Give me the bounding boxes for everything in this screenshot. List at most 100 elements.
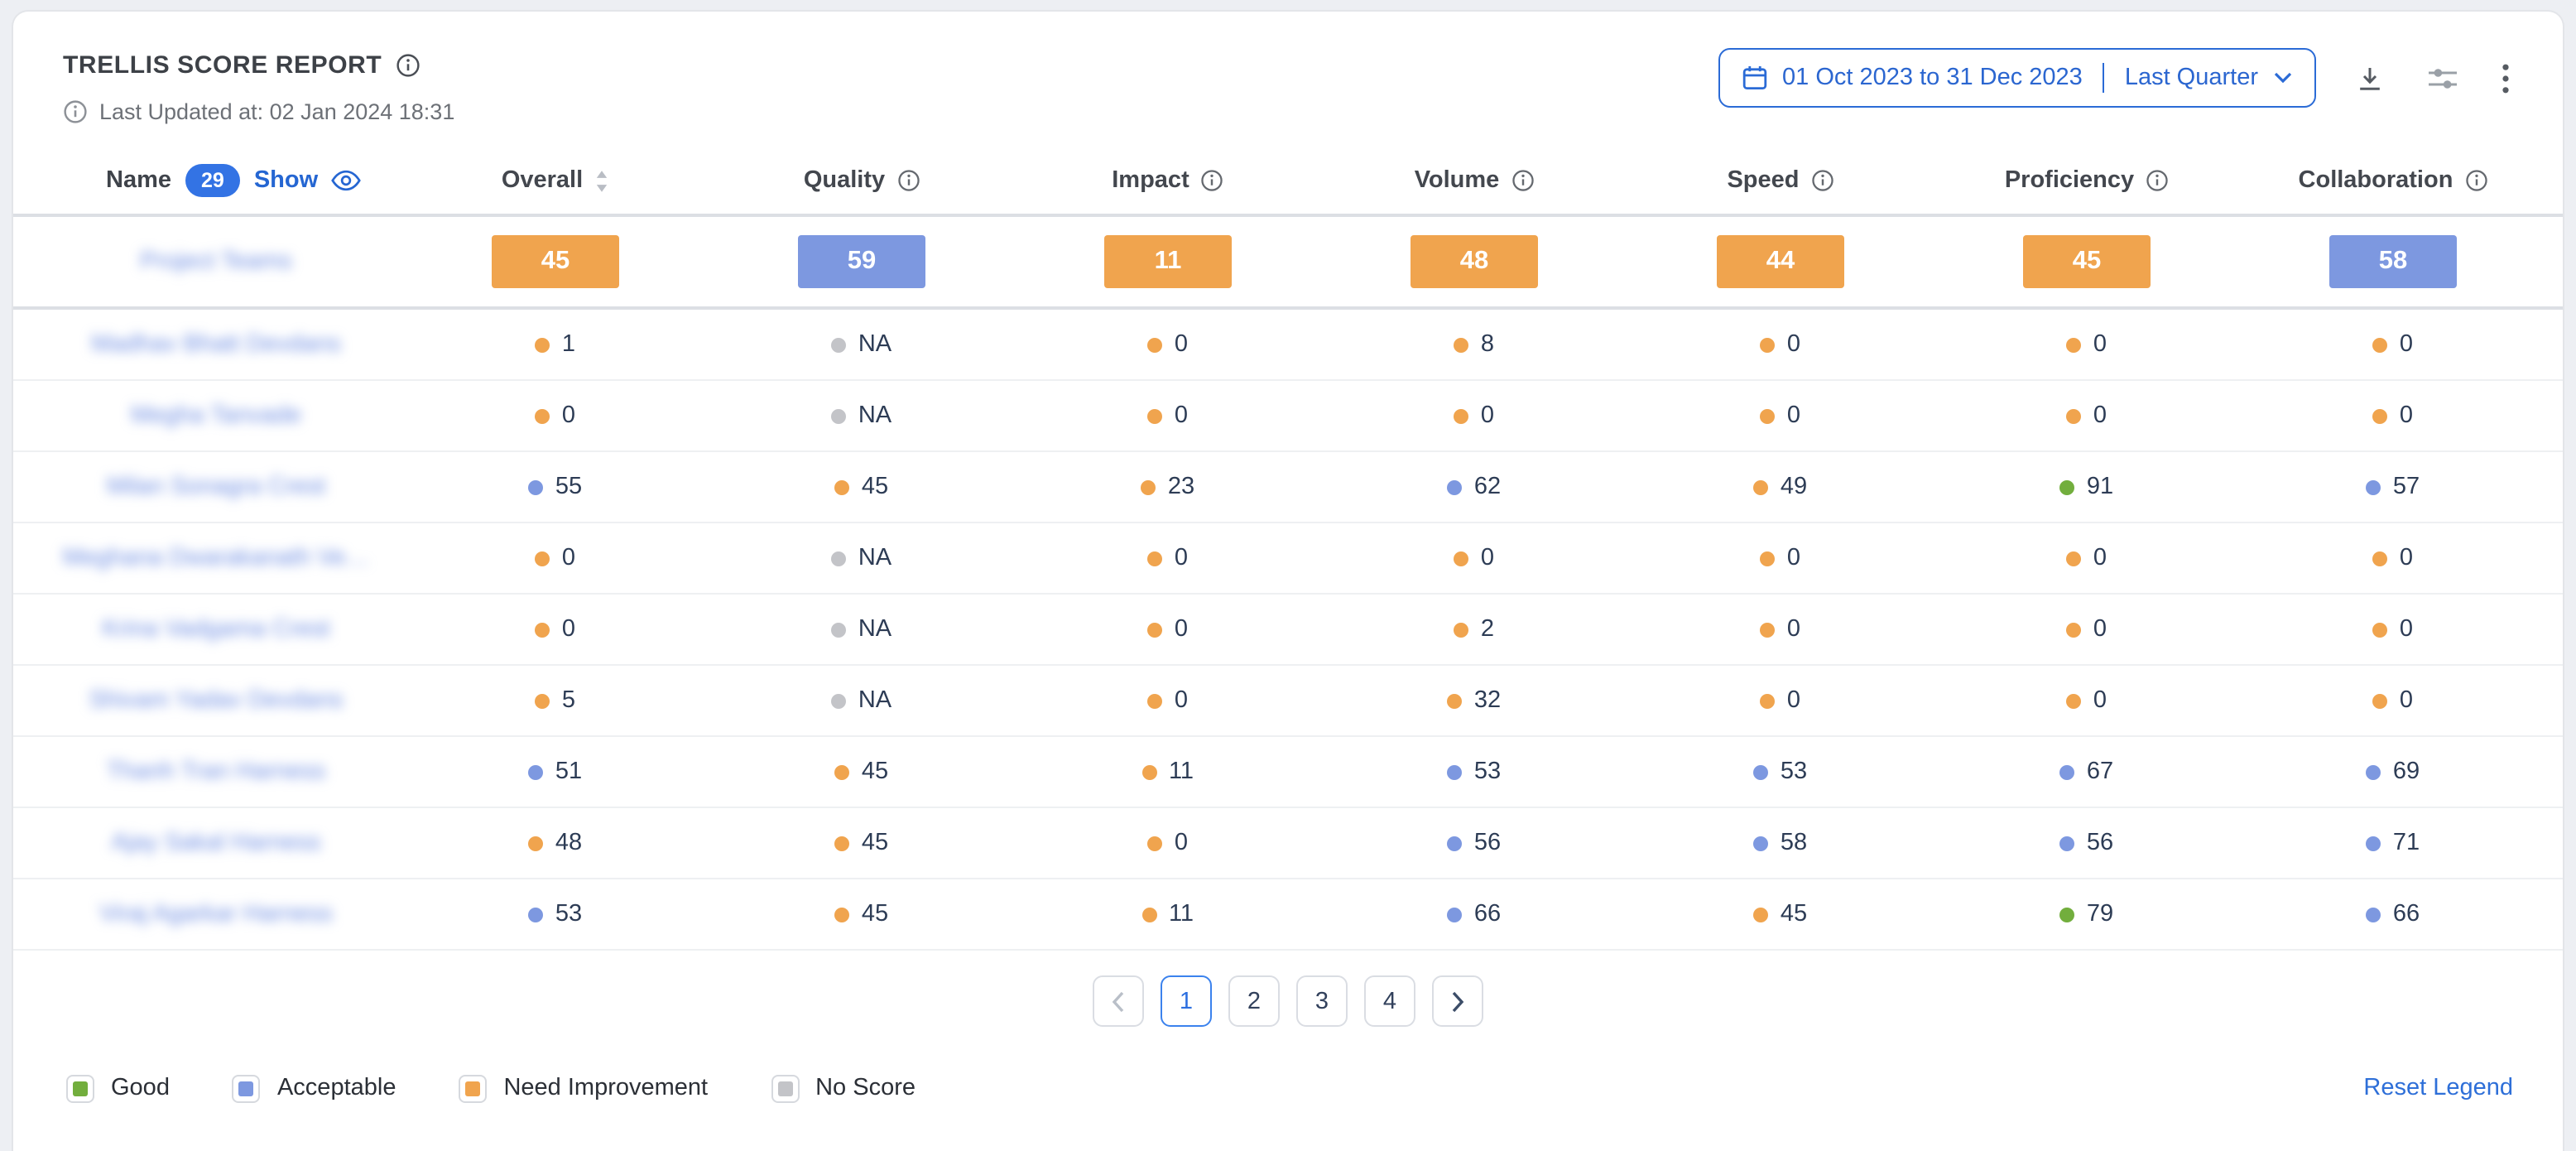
info-icon-quality[interactable] — [896, 169, 920, 192]
cell-value: 71 — [2393, 830, 2420, 856]
row-name-link[interactable]: Viraj Agarkar Harness — [30, 901, 402, 927]
name-column-header: Name 29 Show — [30, 164, 402, 197]
summary-cell-speed: 44 — [1627, 235, 1934, 288]
status-dot-acceptable — [529, 764, 544, 779]
legend-swatch-good — [73, 1081, 88, 1096]
reset-legend-link[interactable]: Reset Legend — [2363, 1075, 2513, 1101]
pagination-page-2[interactable]: 2 — [1228, 975, 1280, 1027]
status-dot-need-improvement — [536, 551, 550, 566]
row-name-link[interactable]: Shivam Yadav Devdans — [30, 687, 402, 714]
status-dot-need-improvement — [2373, 337, 2388, 352]
legend-item-no-score[interactable]: No Score — [771, 1074, 916, 1102]
cell-overall: 48 — [402, 830, 709, 856]
status-dot-need-improvement — [1148, 337, 1163, 352]
legend-item-need-improvement[interactable]: Need Improvement — [459, 1074, 708, 1102]
row-name-link[interactable]: Madhav Bhatt Devdans — [30, 331, 402, 358]
score-badge-speed: 44 — [1717, 235, 1844, 288]
cell-value: NA — [858, 616, 892, 643]
cell-value: 32 — [1474, 687, 1501, 714]
status-dot-acceptable — [529, 479, 544, 494]
title-info-icon[interactable] — [395, 53, 420, 78]
column-header-label-proficiency: Proficiency — [2005, 167, 2134, 194]
status-dot-acceptable — [2367, 764, 2381, 779]
status-dot-need-improvement — [835, 907, 850, 922]
legend-label: Good — [111, 1075, 170, 1101]
status-dot-acceptable — [2367, 836, 2381, 850]
info-icon-speed[interactable] — [1811, 169, 1834, 192]
pagination-page-1[interactable]: 1 — [1161, 975, 1212, 1027]
legend-swatch-no-score — [777, 1081, 792, 1096]
show-names-button[interactable]: Show — [254, 167, 318, 194]
cell-volume: 53 — [1321, 759, 1627, 785]
download-button[interactable] — [2353, 60, 2387, 95]
table-row: Shivam Yadav Devdans5NA032000 — [13, 666, 2563, 737]
cell-value: 8 — [1481, 331, 1494, 358]
status-dot-good — [2060, 907, 2075, 922]
status-dot-need-improvement — [1141, 479, 1156, 494]
column-settings-button[interactable] — [2424, 60, 2462, 95]
info-icon-collaboration[interactable] — [2464, 169, 2487, 192]
status-dot-acceptable — [1448, 764, 1463, 779]
score-badge-overall: 45 — [492, 235, 619, 288]
row-name-text: Krina Vadgama Crest — [102, 616, 329, 643]
cell-volume: 8 — [1321, 331, 1627, 358]
cell-value: 55 — [555, 474, 582, 500]
info-icon-volume[interactable] — [1511, 169, 1534, 192]
cell-speed: 0 — [1627, 402, 1934, 429]
status-dot-need-improvement — [1448, 693, 1463, 708]
table-row: Ajay Sakal Harness4845056585671 — [13, 808, 2563, 879]
info-icon-proficiency[interactable] — [2146, 169, 2169, 192]
legend-item-acceptable[interactable]: Acceptable — [233, 1074, 396, 1102]
status-dot-acceptable — [2060, 836, 2075, 850]
row-name-link[interactable]: Krina Vadgama Crest — [30, 616, 402, 643]
score-badge-collaboration: 58 — [2329, 235, 2457, 288]
cell-value: 2 — [1481, 616, 1494, 643]
date-divider — [2103, 63, 2105, 93]
report-header: TRELLIS SCORE REPORT Last Updated at: 02… — [13, 12, 2563, 128]
status-dot-need-improvement — [2067, 551, 2082, 566]
legend-items: Good Acceptable Need Improvement No Score — [66, 1074, 916, 1102]
pagination-page-4[interactable]: 4 — [1364, 975, 1415, 1027]
pagination-page-3[interactable]: 3 — [1296, 975, 1348, 1027]
row-name-link[interactable]: Ajay Sakal Harness — [30, 830, 402, 856]
cell-value: 0 — [2400, 331, 2413, 358]
status-dot-need-improvement — [1761, 622, 1776, 637]
legend-item-good[interactable]: Good — [66, 1074, 170, 1102]
cell-proficiency: 79 — [1934, 901, 2240, 927]
row-name-link[interactable]: Megha Tanvade — [30, 402, 402, 429]
row-name-text: Milan Sonagra Crest — [107, 474, 325, 500]
status-dot-need-improvement — [536, 622, 550, 637]
column-header-collaboration: Collaboration — [2240, 167, 2546, 194]
legend-swatch-acceptable — [239, 1081, 254, 1096]
status-dot-need-improvement — [529, 836, 544, 850]
column-header-label-speed: Speed — [1727, 167, 1799, 194]
cell-value: 57 — [2393, 474, 2420, 500]
more-options-button[interactable] — [2498, 59, 2513, 97]
cell-value: 0 — [1787, 331, 1800, 358]
status-dot-acceptable — [2060, 764, 2075, 779]
status-dot-no-score — [832, 408, 847, 423]
sort-icon[interactable] — [594, 168, 609, 193]
status-dot-need-improvement — [2067, 408, 2082, 423]
cell-value: 0 — [1175, 331, 1188, 358]
date-range-picker[interactable]: 01 Oct 2023 to 31 Dec 2023 Last Quarter — [1718, 48, 2316, 108]
summary-name-link[interactable]: Project Teams — [30, 248, 402, 275]
eye-icon[interactable] — [331, 169, 361, 192]
info-icon-impact[interactable] — [1201, 169, 1224, 192]
pagination-next-button[interactable] — [1432, 975, 1483, 1027]
toolbar: 01 Oct 2023 to 31 Dec 2023 Last Quarter — [1718, 48, 2513, 108]
cell-proficiency: 56 — [1934, 830, 2240, 856]
pagination-prev-button[interactable] — [1093, 975, 1144, 1027]
column-header-volume: Volume — [1321, 167, 1627, 194]
cell-volume: 0 — [1321, 402, 1627, 429]
row-name-link[interactable]: Thanh Tran Harness — [30, 759, 402, 785]
row-name-link[interactable]: Meghana Dwarakanath Ve… — [30, 545, 402, 571]
summary-cell-quality: 59 — [709, 235, 1015, 288]
trellis-score-report-card: TRELLIS SCORE REPORT Last Updated at: 02… — [12, 10, 2564, 1151]
cell-collaboration: 0 — [2240, 616, 2546, 643]
column-header-overall[interactable]: Overall — [402, 167, 709, 194]
status-dot-need-improvement — [536, 408, 550, 423]
row-name-link[interactable]: Milan Sonagra Crest — [30, 474, 402, 500]
status-dot-good — [2060, 479, 2075, 494]
cell-volume: 2 — [1321, 616, 1627, 643]
